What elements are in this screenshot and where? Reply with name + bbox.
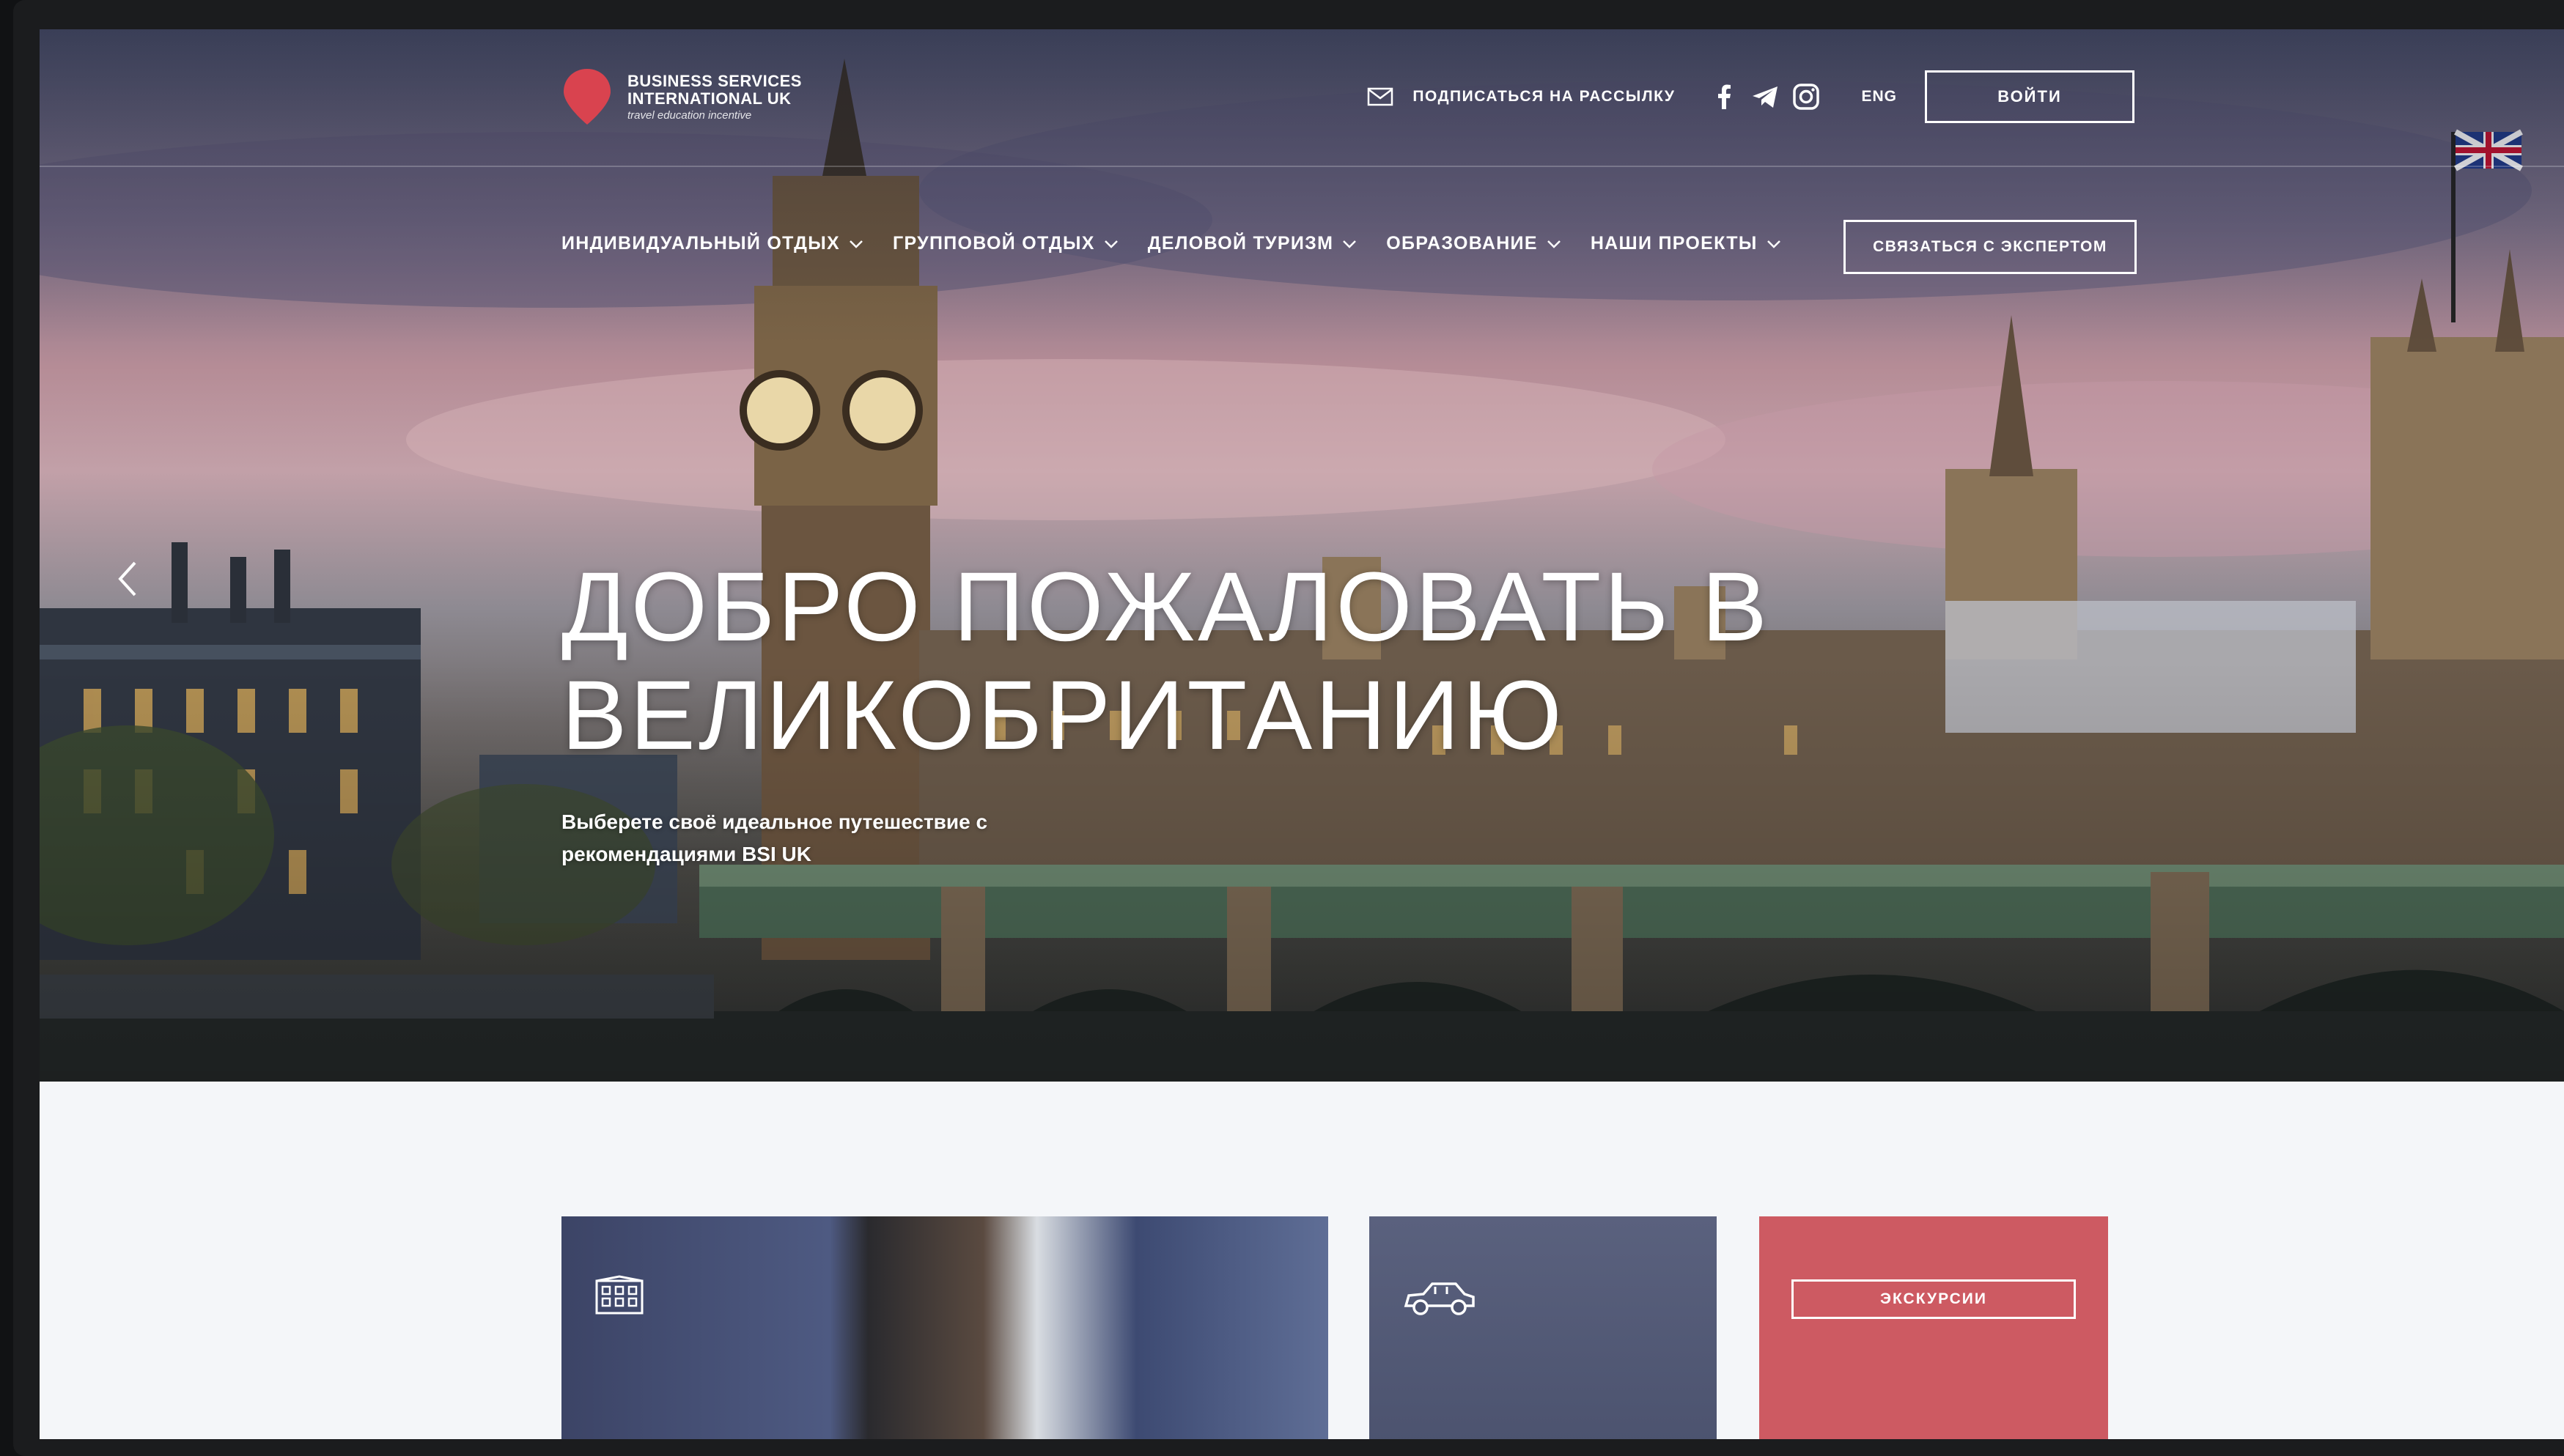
transfer-card[interactable] — [1369, 1216, 1717, 1439]
nav-item-label: НАШИ ПРОЕКТЫ — [1590, 233, 1758, 254]
hero-section: BUSINESS SERVICES INTERNATIONAL UK trave… — [40, 29, 2564, 1082]
chevron-down-icon — [1343, 240, 1357, 248]
nav-item-label: ГРУППОВОЙ ОТДЫХ — [892, 233, 1095, 254]
social-links — [1697, 83, 1820, 111]
hotel-icon — [595, 1275, 644, 1315]
contact-expert-button[interactable]: СВЯЗАТЬСЯ С ЭКСПЕРТОМ — [1843, 220, 2137, 274]
nav-item-label: ДЕЛОВОЙ ТУРИЗМ — [1147, 233, 1334, 254]
tours-button[interactable]: ЭКСКУРСИИ — [1791, 1279, 2076, 1319]
chevron-down-icon — [1104, 240, 1118, 248]
facebook-icon[interactable] — [1710, 83, 1738, 111]
location-pin-icon — [564, 69, 611, 125]
main-nav: ИНДИВИДУАЛЬНЫЙ ОТДЫХ ГРУППОВОЙ ОТДЫХ ДЕЛ… — [561, 233, 1810, 254]
nav-item-group[interactable]: ГРУППОВОЙ ОТДЫХ — [893, 233, 1119, 254]
hero-subtitle: Выберете своё идеальное путешествие с ре… — [561, 810, 988, 865]
instagram-icon[interactable] — [1792, 83, 1820, 111]
subscribe-link[interactable]: ПОДПИСАТЬСЯ НА РАССЫЛКУ — [1367, 87, 1675, 106]
logo-tagline: travel education incentive — [627, 108, 752, 122]
chevron-down-icon — [1547, 240, 1561, 248]
nav-item-label: ОБРАЗОВАНИЕ — [1386, 233, 1538, 254]
nav-item-business[interactable]: ДЕЛОВОЙ ТУРИЗМ — [1148, 233, 1357, 254]
top-bar: ПОДПИСАТЬСЯ НА РАССЫЛКУ ENG ВОЙТИ — [1367, 70, 2134, 123]
nav-item-individual[interactable]: ИНДИВИДУАЛЬНЫЙ ОТДЫХ — [561, 233, 863, 254]
chevron-down-icon — [1767, 240, 1780, 248]
mail-icon — [1368, 87, 1393, 106]
telegram-icon[interactable] — [1751, 83, 1779, 111]
nav-item-projects[interactable]: НАШИ ПРОЕКТЫ — [1591, 233, 1781, 254]
chevron-down-icon — [850, 240, 863, 248]
subscribe-label: ПОДПИСАТЬСЯ НА РАССЫЛКУ — [1412, 88, 1676, 105]
hotels-card[interactable] — [561, 1216, 1328, 1439]
language-switch[interactable]: ENG — [1861, 88, 1897, 106]
logo-line-1: BUSINESS SERVICES — [627, 71, 802, 90]
login-button[interactable]: ВОЙТИ — [1925, 70, 2134, 123]
logo-line-2: INTERNATIONAL UK — [627, 89, 792, 108]
header-divider — [40, 166, 2564, 167]
nav-item-label: ИНДИВИДУАЛЬНЫЙ ОТДЫХ — [561, 233, 840, 254]
tours-card[interactable]: ЭКСКУРСИИ — [1759, 1216, 2108, 1439]
hero-title: ДОБРО ПОЖАЛОВАТЬ В ВЕЛИКОБРИТАНИЮ — [561, 553, 1770, 770]
page: BUSINESS SERVICES INTERNATIONAL UK trave… — [40, 29, 2564, 1439]
nav-item-education[interactable]: ОБРАЗОВАНИЕ — [1386, 233, 1561, 254]
logo-text: BUSINESS SERVICES INTERNATIONAL UK trave… — [627, 73, 802, 121]
car-icon — [1404, 1282, 1475, 1315]
site-logo[interactable]: BUSINESS SERVICES INTERNATIONAL UK trave… — [561, 67, 802, 126]
chevron-left-icon[interactable] — [113, 557, 142, 601]
